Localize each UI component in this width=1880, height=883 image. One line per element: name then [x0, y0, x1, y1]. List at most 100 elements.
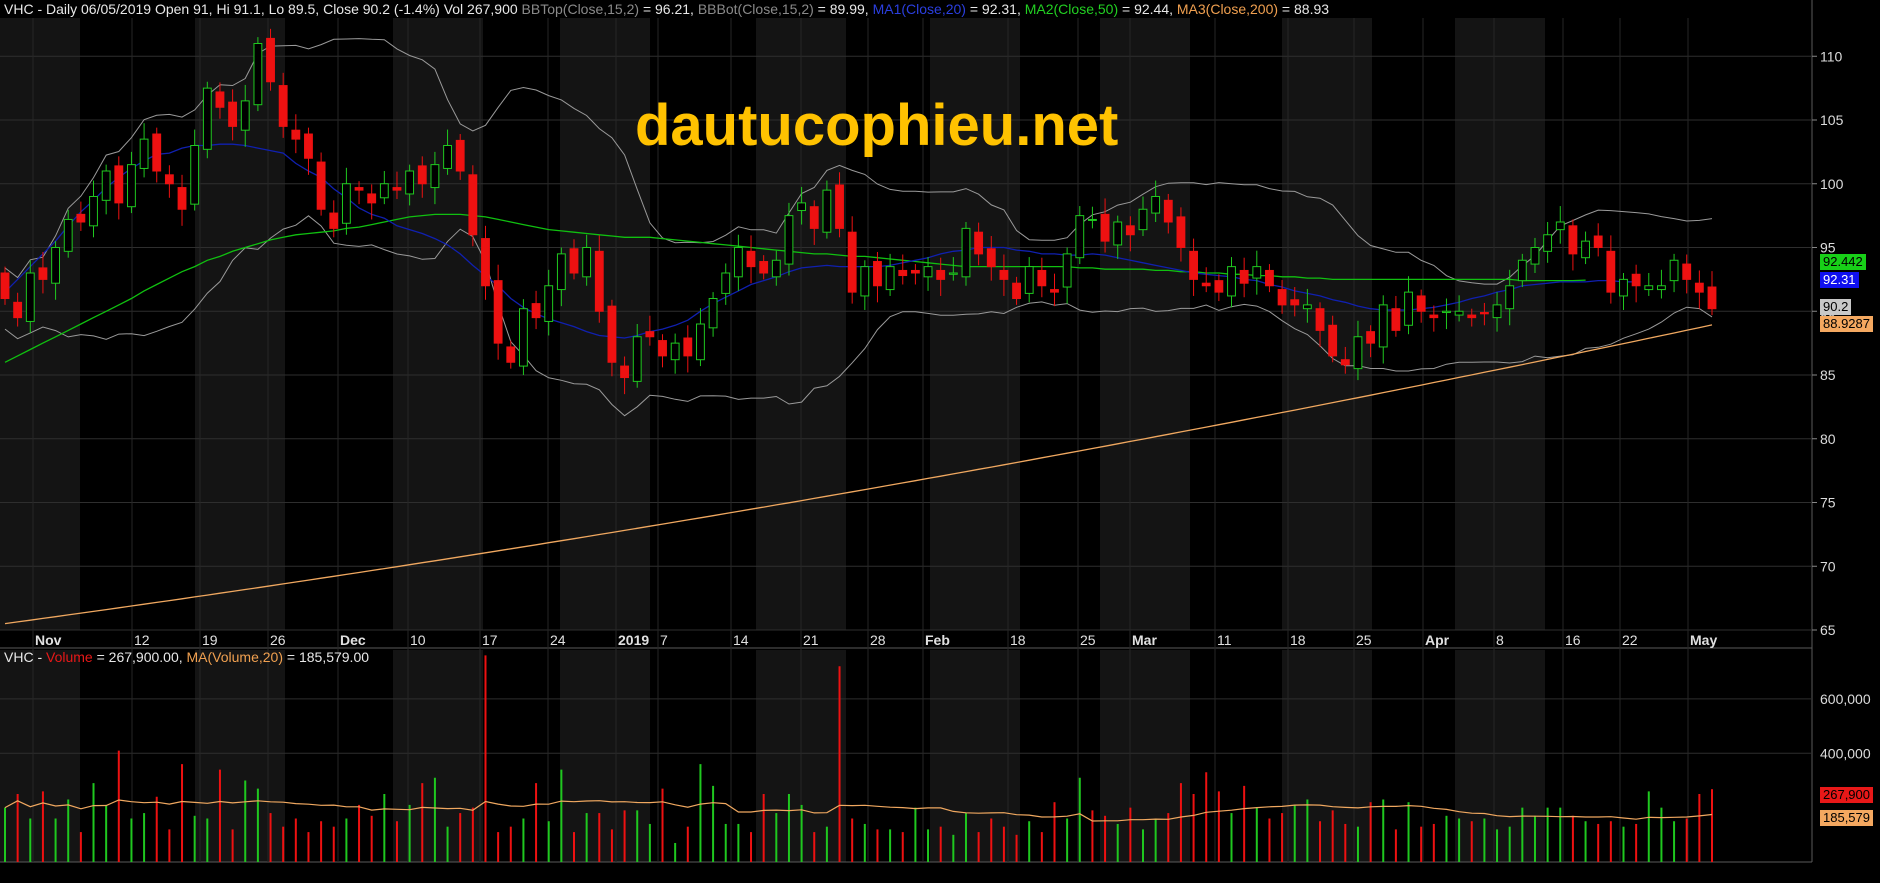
- candle-body: [910, 269, 920, 274]
- volume-y-tick-label: 400,000: [1820, 745, 1871, 761]
- candle-body: [1353, 336, 1363, 370]
- chart-canvas[interactable]: 11010510095908580757065600,000400,000Nov…: [0, 0, 1880, 878]
- bbbot-value: = 89.99,: [813, 1, 873, 17]
- candle-body: [1530, 247, 1540, 265]
- x-tick-label: May: [1690, 632, 1717, 648]
- candle-body: [1657, 285, 1666, 291]
- candle-body: [1062, 253, 1072, 288]
- candle-body: [341, 183, 351, 224]
- candle-body: [986, 248, 996, 268]
- ma3-value: = 88.93: [1278, 1, 1330, 17]
- candle-body: [556, 253, 566, 291]
- candle-body: [860, 266, 870, 297]
- x-tick-label: 26: [270, 632, 286, 648]
- candle-body: [1606, 250, 1616, 293]
- x-tick-label: Apr: [1425, 632, 1450, 648]
- candle-body: [1366, 331, 1376, 344]
- candle-body: [658, 340, 667, 357]
- candle-body: [1315, 308, 1325, 331]
- x-tick-label: 14: [733, 632, 749, 648]
- candle-body: [1707, 286, 1717, 310]
- candle-body: [607, 305, 617, 363]
- candle-body: [152, 133, 162, 172]
- candle-body: [1201, 282, 1211, 287]
- candle-body: [873, 261, 882, 287]
- candle-body: [809, 206, 819, 229]
- candle-body: [1138, 208, 1148, 231]
- candle-body: [139, 138, 149, 169]
- x-tick-label: Nov: [35, 632, 62, 648]
- candle-body: [999, 269, 1009, 280]
- x-tick-label: 21: [803, 632, 819, 648]
- candle-body: [367, 193, 377, 204]
- candle-body: [506, 346, 516, 363]
- volume-panel-band: [393, 650, 483, 862]
- candle-body: [1416, 295, 1426, 312]
- x-tick-label: 16: [1565, 632, 1581, 648]
- volume-ma-label: MA(Volume,20): [186, 649, 283, 665]
- x-tick-label: Dec: [340, 632, 366, 648]
- candle-body: [417, 165, 427, 185]
- candle-body: [746, 250, 756, 268]
- x-tick-label: 19: [202, 632, 218, 648]
- price-y-tick-label: 70: [1820, 558, 1836, 574]
- candle-body: [228, 101, 238, 127]
- ma1-price-tag: 92.31: [1820, 272, 1859, 288]
- candle-body: [89, 196, 98, 227]
- candle-body: [1404, 291, 1413, 326]
- candle-body: [670, 342, 680, 361]
- candle-body: [1214, 280, 1224, 293]
- candle-body: [1694, 282, 1704, 293]
- candle-body: [645, 331, 655, 338]
- candle-body: [683, 337, 693, 357]
- candle-body: [13, 301, 23, 319]
- candle-body: [430, 164, 440, 189]
- candle-body: [923, 266, 933, 278]
- ma2-label: MA2(Close,50): [1024, 1, 1119, 17]
- volume-tag: 267,900: [1820, 787, 1873, 803]
- candle-body: [1125, 225, 1135, 236]
- candle-body: [1100, 213, 1110, 242]
- price-summary: VHC - Daily 06/05/2019 Open 91, Hi 91.1,…: [4, 1, 518, 17]
- candle-body: [1239, 269, 1249, 284]
- volume-value: = 267,900.00,: [92, 649, 187, 665]
- candle-body: [759, 261, 769, 274]
- candle-body: [519, 308, 528, 367]
- x-tick-label: 22: [1622, 632, 1638, 648]
- candle-body: [1290, 299, 1300, 306]
- ma2-price-tag: 92.442: [1820, 254, 1866, 270]
- candle-body: [696, 323, 705, 361]
- price-panel-band: [1282, 18, 1372, 630]
- x-tick-label: 2019: [618, 632, 649, 648]
- candle-body: [190, 145, 200, 205]
- ma3-price-tag: 88.9287: [1820, 316, 1873, 332]
- candle-body: [1682, 263, 1692, 280]
- candle-body: [1454, 310, 1464, 316]
- x-tick-label: 24: [550, 632, 566, 648]
- volume-prefix: VHC -: [4, 649, 46, 665]
- candle-body: [1543, 234, 1553, 252]
- candle-body: [392, 187, 402, 191]
- candle-body: [594, 250, 604, 312]
- price-y-tick-label: 105: [1820, 112, 1844, 128]
- x-tick-label: 18: [1010, 632, 1026, 648]
- candle-body: [1189, 250, 1198, 280]
- candle-body: [127, 164, 136, 208]
- candle-body: [1378, 304, 1388, 348]
- close-price-tag: 90.2: [1820, 299, 1852, 315]
- candle-body: [63, 218, 73, 252]
- candle-body: [1429, 314, 1439, 319]
- candle-body: [1340, 359, 1350, 366]
- candle-body: [240, 100, 250, 131]
- candle-body: [797, 202, 807, 212]
- candle-body: [51, 247, 60, 284]
- candle-body: [1555, 221, 1565, 231]
- candle-body: [1581, 240, 1590, 259]
- candle-body: [1151, 196, 1161, 214]
- price-panel-band: [1455, 18, 1545, 630]
- candle-body: [771, 259, 781, 278]
- candle-body: [1088, 218, 1097, 221]
- ma2-value: = 92.44,: [1118, 1, 1177, 17]
- candle-body: [215, 91, 225, 108]
- candle-body: [177, 187, 187, 210]
